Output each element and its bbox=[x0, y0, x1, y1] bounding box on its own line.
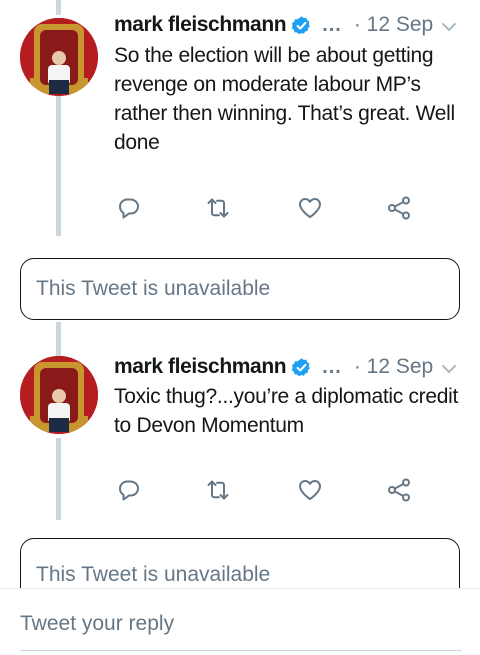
avatar[interactable] bbox=[20, 18, 98, 96]
reply-icon[interactable] bbox=[116, 195, 142, 221]
share-icon[interactable] bbox=[386, 477, 412, 503]
heart-icon[interactable] bbox=[297, 195, 323, 221]
heart-icon[interactable] bbox=[297, 477, 323, 503]
tweet-date[interactable]: · 12 Sep bbox=[354, 355, 433, 379]
reply-icon[interactable] bbox=[116, 477, 142, 503]
tweet[interactable]: mark fleischmann ... · 12 Sep Toxic thug… bbox=[0, 344, 480, 524]
chevron-down-icon[interactable] bbox=[440, 360, 458, 378]
truncation-dots: ... bbox=[322, 355, 342, 378]
tweet-date[interactable]: · 12 Sep bbox=[354, 13, 433, 37]
tweet-header: mark fleischmann ... · 12 Sep bbox=[114, 353, 433, 381]
unavailable-tweet-card: This Tweet is unavailable bbox=[20, 258, 460, 320]
verified-badge-icon bbox=[291, 15, 312, 36]
tweet-text: So the election will be about getting re… bbox=[114, 44, 455, 154]
avatar[interactable] bbox=[20, 356, 98, 434]
truncation-dots: ... bbox=[322, 13, 342, 36]
author-name[interactable]: mark fleischmann bbox=[114, 13, 287, 37]
reply-input[interactable] bbox=[20, 589, 462, 651]
share-icon[interactable] bbox=[386, 195, 412, 221]
verified-badge-icon bbox=[291, 357, 312, 378]
retweet-icon[interactable] bbox=[205, 477, 231, 503]
chevron-down-icon[interactable] bbox=[440, 18, 458, 36]
tweet[interactable]: mark fleischmann ... · 12 Sep So the ele… bbox=[0, 0, 480, 240]
tweet-header: mark fleischmann ... · 12 Sep bbox=[114, 11, 433, 39]
reply-bar bbox=[0, 588, 480, 655]
retweet-icon[interactable] bbox=[205, 195, 231, 221]
tweet-text: Toxic thug?...you’re a diplomatic credit… bbox=[114, 385, 459, 437]
tweet-actions bbox=[116, 195, 416, 221]
author-name[interactable]: mark fleischmann bbox=[114, 355, 287, 379]
tweet-actions bbox=[116, 477, 416, 503]
